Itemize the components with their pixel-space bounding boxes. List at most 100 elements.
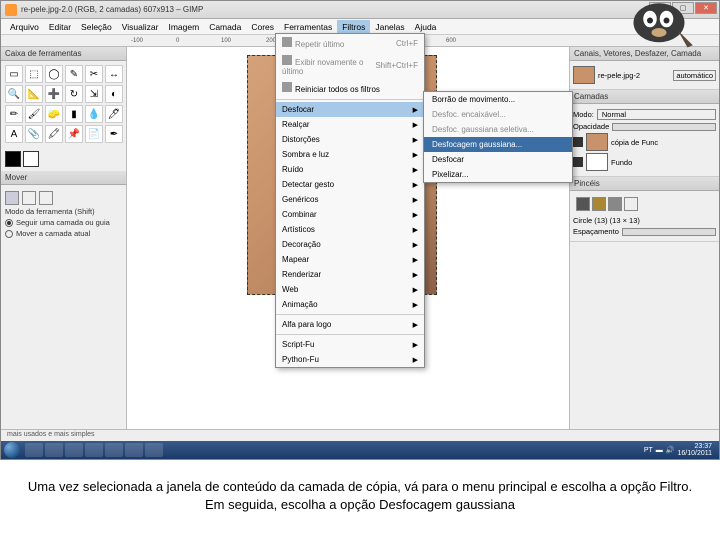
tool-item[interactable]: ◯ bbox=[45, 65, 63, 83]
menu-repeat-last[interactable]: Repetir últimoCtrl+F bbox=[276, 34, 424, 52]
radio-move[interactable] bbox=[5, 230, 13, 238]
tool-item[interactable]: ➕ bbox=[45, 85, 63, 103]
tool-item[interactable]: 🧽 bbox=[45, 105, 63, 123]
brush-preset[interactable] bbox=[624, 197, 638, 211]
menu-desfocar[interactable]: Desfocar▶ bbox=[276, 102, 424, 117]
layer-row[interactable]: cópia de Func bbox=[573, 133, 716, 151]
submenu-gaussian-blur[interactable]: Desfocagem gaussiana... bbox=[424, 137, 572, 152]
menu-detectar[interactable]: Detectar gesto▶ bbox=[276, 177, 424, 192]
tool-item[interactable]: ⬚ bbox=[25, 65, 43, 83]
submenu-blur[interactable]: Desfocar bbox=[424, 152, 572, 167]
menu-pythonfu[interactable]: Python-Fu▶ bbox=[276, 352, 424, 367]
menu-reset-filters[interactable]: Reiniciar todos os filtros bbox=[276, 79, 424, 97]
toolbox-panel: Caixa de ferramentas ▭ ⬚ ◯ ✎ ✂ ↔ 🔍 📐 ➕ ↻… bbox=[1, 47, 127, 429]
toolbox-title: Caixa de ferramentas bbox=[1, 47, 126, 61]
tray-net-icon[interactable]: ▬ bbox=[656, 447, 663, 454]
move-selection-icon[interactable] bbox=[22, 191, 36, 205]
eye-icon[interactable] bbox=[573, 137, 583, 147]
tool-item[interactable]: 🔍 bbox=[5, 85, 23, 103]
submenu-selective-gaussian[interactable]: Desfoc. gaussiana seletiva... bbox=[424, 122, 572, 137]
menu-imagem[interactable]: Imagem bbox=[163, 20, 204, 34]
tool-item[interactable]: ◐ bbox=[105, 85, 123, 103]
tool-item[interactable]: 📎 bbox=[25, 125, 43, 143]
task-powerpoint[interactable] bbox=[145, 443, 163, 457]
menu-ferramentas[interactable]: Ferramentas bbox=[279, 20, 337, 34]
menu-editar[interactable]: Editar bbox=[44, 20, 76, 34]
task-ie[interactable] bbox=[85, 443, 103, 457]
menu-filtros[interactable]: Filtros bbox=[337, 20, 370, 34]
move-layer-icon[interactable] bbox=[5, 191, 19, 205]
submenu-tileable[interactable]: Desfoc. encaixável... bbox=[424, 107, 572, 122]
task-firefox[interactable] bbox=[105, 443, 123, 457]
menu-janelas[interactable]: Janelas bbox=[370, 20, 409, 34]
tool-item[interactable]: ▭ bbox=[5, 65, 23, 83]
menu-alfa-logo[interactable]: Alfa para logo▶ bbox=[276, 317, 424, 332]
tool-item[interactable]: ✒ bbox=[105, 125, 123, 143]
tool-item[interactable]: ▮ bbox=[65, 105, 83, 123]
spacing-slider[interactable] bbox=[622, 228, 716, 236]
eye-icon[interactable] bbox=[573, 157, 583, 167]
canvas-area[interactable]: Repetir últimoCtrl+F Exibir novamente o … bbox=[127, 47, 569, 429]
menu-visualizar[interactable]: Visualizar bbox=[117, 20, 164, 34]
tool-item[interactable]: ⇲ bbox=[85, 85, 103, 103]
tool-item[interactable]: 💧 bbox=[85, 105, 103, 123]
menu-web[interactable]: Web▶ bbox=[276, 282, 424, 297]
menu-realcar[interactable]: Realçar▶ bbox=[276, 117, 424, 132]
layer-row[interactable]: Fundo bbox=[573, 153, 716, 171]
blur-submenu: Borrão de movimento... Desfoc. encaixáve… bbox=[423, 91, 573, 183]
tool-item[interactable]: 🖌 bbox=[25, 105, 43, 123]
tray-time: 23:37 bbox=[677, 443, 712, 450]
menu-reshow[interactable]: Exibir novamente o últimoShift+Ctrl+F bbox=[276, 52, 424, 79]
tool-item[interactable]: 🖍 bbox=[45, 125, 63, 143]
brush-preset[interactable] bbox=[608, 197, 622, 211]
menu-decoracao[interactable]: Decoração▶ bbox=[276, 237, 424, 252]
menu-scriptfu[interactable]: Script-Fu▶ bbox=[276, 337, 424, 352]
move-path-icon[interactable] bbox=[39, 191, 53, 205]
opacity-slider[interactable] bbox=[612, 123, 716, 131]
menu-mapear[interactable]: Mapear▶ bbox=[276, 252, 424, 267]
foreground-swatch[interactable] bbox=[5, 151, 21, 167]
tool-grid: ▭ ⬚ ◯ ✎ ✂ ↔ 🔍 📐 ➕ ↻ ⇲ ◐ ✏ 🖌 🧽 ▮ 💧 🖊 A 📎 bbox=[1, 61, 126, 147]
brush-preset[interactable] bbox=[576, 197, 590, 211]
tool-item[interactable]: ↻ bbox=[65, 85, 83, 103]
task-gimp[interactable] bbox=[65, 443, 83, 457]
task-explorer[interactable] bbox=[25, 443, 43, 457]
menu-artisticos[interactable]: Artísticos▶ bbox=[276, 222, 424, 237]
menu-renderizar[interactable]: Renderizar▶ bbox=[276, 267, 424, 282]
menu-camada[interactable]: Camada bbox=[204, 20, 246, 34]
tray-lang[interactable]: PT bbox=[644, 447, 653, 454]
tray-vol-icon[interactable]: 🔊 bbox=[666, 446, 675, 454]
auto-button[interactable]: automático bbox=[673, 70, 716, 81]
tool-item[interactable]: 📄 bbox=[85, 125, 103, 143]
taskbar: PT ▬ 🔊 23:37 16/10/2011 bbox=[1, 441, 719, 459]
tool-item[interactable]: 📐 bbox=[25, 85, 43, 103]
tool-item[interactable]: 📌 bbox=[65, 125, 83, 143]
menu-ajuda[interactable]: Ajuda bbox=[410, 20, 442, 34]
tool-item[interactable]: ✏ bbox=[5, 105, 23, 123]
tool-item[interactable]: ↔ bbox=[105, 65, 123, 83]
menu-selecao[interactable]: Seleção bbox=[76, 20, 117, 34]
mode-select[interactable]: Normal bbox=[597, 109, 716, 120]
submenu-motion-blur[interactable]: Borrão de movimento... bbox=[424, 92, 572, 107]
layer-thumb bbox=[586, 133, 608, 151]
menu-sombra[interactable]: Sombra e luz▶ bbox=[276, 147, 424, 162]
menu-combinar[interactable]: Combinar▶ bbox=[276, 207, 424, 222]
menu-animacao[interactable]: Animação▶ bbox=[276, 297, 424, 312]
tool-item[interactable]: ✎ bbox=[65, 65, 83, 83]
submenu-pixelize[interactable]: Pixelizar... bbox=[424, 167, 572, 182]
brush-preset[interactable] bbox=[592, 197, 606, 211]
start-button[interactable] bbox=[4, 442, 20, 458]
tool-item[interactable]: A bbox=[5, 125, 23, 143]
menu-arquivo[interactable]: Arquivo bbox=[5, 20, 44, 34]
tool-item[interactable]: 🖊 bbox=[105, 105, 123, 123]
menu-cores[interactable]: Cores bbox=[246, 20, 279, 34]
radio-pick[interactable] bbox=[5, 219, 13, 227]
task-photoshop[interactable] bbox=[45, 443, 63, 457]
app-window: re-pele.jpg-2.0 (RGB, 2 camadas) 607x913… bbox=[0, 0, 720, 460]
background-swatch[interactable] bbox=[23, 151, 39, 167]
menu-distorcoes[interactable]: Distorções▶ bbox=[276, 132, 424, 147]
menu-ruido[interactable]: Ruído▶ bbox=[276, 162, 424, 177]
task-app[interactable] bbox=[125, 443, 143, 457]
menu-genericos[interactable]: Genéricos▶ bbox=[276, 192, 424, 207]
tool-item[interactable]: ✂ bbox=[85, 65, 103, 83]
